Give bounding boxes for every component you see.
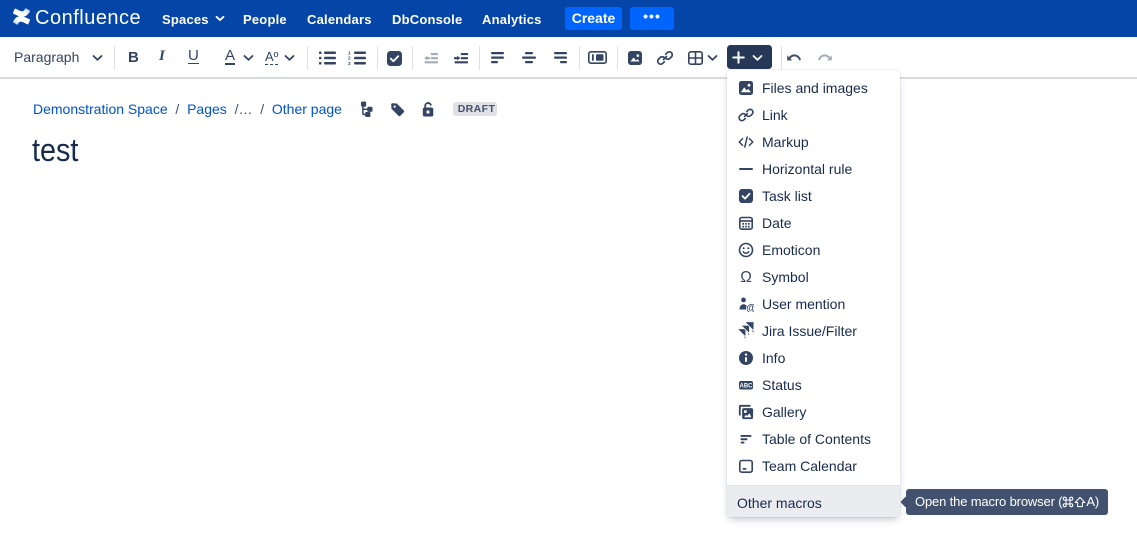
svg-text:ABC: ABC: [740, 383, 754, 389]
svg-text:3: 3: [348, 61, 351, 65]
svg-text:@: @: [746, 303, 754, 312]
svg-text:Ω: Ω: [740, 269, 752, 285]
